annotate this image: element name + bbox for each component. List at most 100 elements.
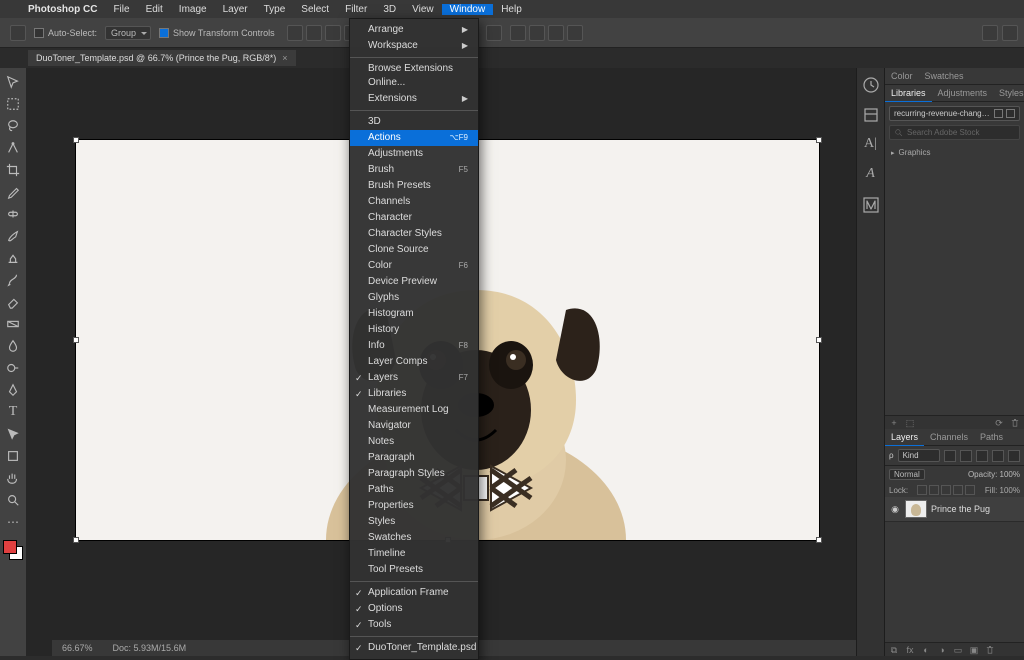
3d-icon[interactable] [510,25,526,41]
menu-item-navigator[interactable]: Navigator [350,418,478,434]
layer-mask-icon[interactable]: ◐ [921,645,931,655]
menu-item-layer-comps[interactable]: Layer Comps [350,354,478,370]
layer-name[interactable]: Prince the Pug [931,504,990,514]
menu-item-info[interactable]: InfoF8 [350,338,478,354]
align-icon[interactable] [325,25,341,41]
menu-item-history[interactable]: History [350,322,478,338]
library-search[interactable]: Search Adobe Stock [889,125,1020,140]
menu-item-actions[interactable]: Actions⌥F9 [350,130,478,146]
shape-tool[interactable] [2,446,24,466]
transform-handle[interactable] [73,337,79,343]
opacity-value[interactable]: 100% [1000,470,1020,479]
layer-fx-icon[interactable]: fx [905,645,915,655]
menu-item-timeline[interactable]: Timeline [350,546,478,562]
3d-icon[interactable] [548,25,564,41]
menu-item-browse-extensions-online-[interactable]: Browse Extensions Online... [350,61,478,91]
doc-size-readout[interactable]: Doc: 5.93M/15.6M [113,643,187,653]
gradient-tool[interactable] [2,314,24,334]
quick-select-tool[interactable] [2,138,24,158]
menu-item-paragraph-styles[interactable]: Paragraph Styles [350,466,478,482]
menu-item-3d[interactable]: 3D [350,114,478,130]
show-transform-checkbox[interactable] [159,28,169,38]
layer-row[interactable]: ◉ Prince the Pug [885,497,1024,522]
clone-stamp-tool[interactable] [2,248,24,268]
tab-swatches[interactable]: Swatches [919,68,970,84]
menu-item-arrange[interactable]: Arrange▶ [350,22,478,38]
workspace-switcher-icon[interactable] [1002,25,1018,41]
lock-all-icon[interactable] [965,485,975,495]
menu-item-properties[interactable]: Properties [350,498,478,514]
menu-item-duotoner-template-psd[interactable]: ✓DuoToner_Template.psd [350,640,478,656]
menu-item-paths[interactable]: Paths [350,482,478,498]
group-icon[interactable]: ▭ [953,645,963,655]
glyphs-panel-icon[interactable] [862,196,880,214]
menu-item-adjustments[interactable]: Adjustments [350,146,478,162]
menu-item-character-styles[interactable]: Character Styles [350,226,478,242]
new-layer-icon[interactable]: ▣ [969,645,979,655]
library-section-graphics[interactable]: Graphics [885,144,1024,161]
transform-handle[interactable] [816,537,822,543]
tab-layers[interactable]: Layers [885,429,924,446]
lock-artboard-icon[interactable] [953,485,963,495]
align-icon[interactable] [287,25,303,41]
filter-dropdown[interactable]: Kind [898,449,940,462]
auto-select-checkbox[interactable] [34,28,44,38]
blur-tool[interactable] [2,336,24,356]
crop-tool[interactable] [2,160,24,180]
menu-3d[interactable]: 3D [375,4,404,15]
transform-handle[interactable] [816,337,822,343]
filter-shape-icon[interactable] [992,450,1004,462]
menu-layer[interactable]: Layer [215,4,256,15]
brush-tool[interactable] [2,226,24,246]
dodge-tool[interactable] [2,358,24,378]
tab-adjustments[interactable]: Adjustments [932,85,994,101]
menu-file[interactable]: File [105,4,137,15]
menu-item-extensions[interactable]: Extensions▶ [350,91,478,107]
character-panel-icon[interactable]: A| [862,136,880,154]
3d-icon[interactable] [529,25,545,41]
menu-window[interactable]: Window [442,4,494,15]
move-tool[interactable] [2,72,24,92]
menu-item-swatches[interactable]: Swatches [350,530,478,546]
lock-pixels-icon[interactable] [929,485,939,495]
menu-item-brush[interactable]: BrushF5 [350,162,478,178]
close-tab-icon[interactable]: × [282,53,287,63]
menu-item-layers[interactable]: ✓LayersF7 [350,370,478,386]
marquee-tool[interactable] [2,94,24,114]
menu-item-color[interactable]: ColorF6 [350,258,478,274]
color-swatches[interactable] [3,540,23,560]
menu-type[interactable]: Type [256,4,294,15]
document-tab[interactable]: DuoToner_Template.psd @ 66.7% (Prince th… [28,50,296,66]
tab-channels[interactable]: Channels [924,429,974,445]
type-tool[interactable]: T [2,402,24,422]
transform-handle[interactable] [73,137,79,143]
align-icon[interactable] [306,25,322,41]
layer-thumbnail[interactable] [905,500,927,518]
tab-libraries[interactable]: Libraries [885,85,932,102]
menu-item-histogram[interactable]: Histogram [350,306,478,322]
menu-item-device-preview[interactable]: Device Preview [350,274,478,290]
eraser-tool[interactable] [2,292,24,312]
menu-edit[interactable]: Edit [138,4,171,15]
transform-handle[interactable] [73,537,79,543]
fill-value[interactable]: 100% [1000,486,1020,495]
filter-adjust-icon[interactable] [960,450,972,462]
properties-panel-icon[interactable] [862,106,880,124]
adjustment-layer-icon[interactable]: ◑ [937,645,947,655]
lock-transparency-icon[interactable] [917,485,927,495]
filter-smart-icon[interactable] [1008,450,1020,462]
tab-paths[interactable]: Paths [974,429,1009,445]
menu-view[interactable]: View [404,4,442,15]
library-dropdown[interactable]: recurring-revenue-chang… [889,106,1020,121]
trash-icon[interactable] [1010,418,1020,428]
zoom-readout[interactable]: 66.67% [62,643,93,653]
tab-styles[interactable]: Styles [993,85,1024,101]
pen-tool[interactable] [2,380,24,400]
menu-item-brush-presets[interactable]: Brush Presets [350,178,478,194]
tab-color[interactable]: Color [885,68,919,84]
history-panel-icon[interactable] [862,76,880,94]
3d-mode-icon[interactable] [486,25,502,41]
menu-item-measurement-log[interactable]: Measurement Log [350,402,478,418]
menu-item-character[interactable]: Character [350,210,478,226]
menu-item-paragraph[interactable]: Paragraph [350,450,478,466]
